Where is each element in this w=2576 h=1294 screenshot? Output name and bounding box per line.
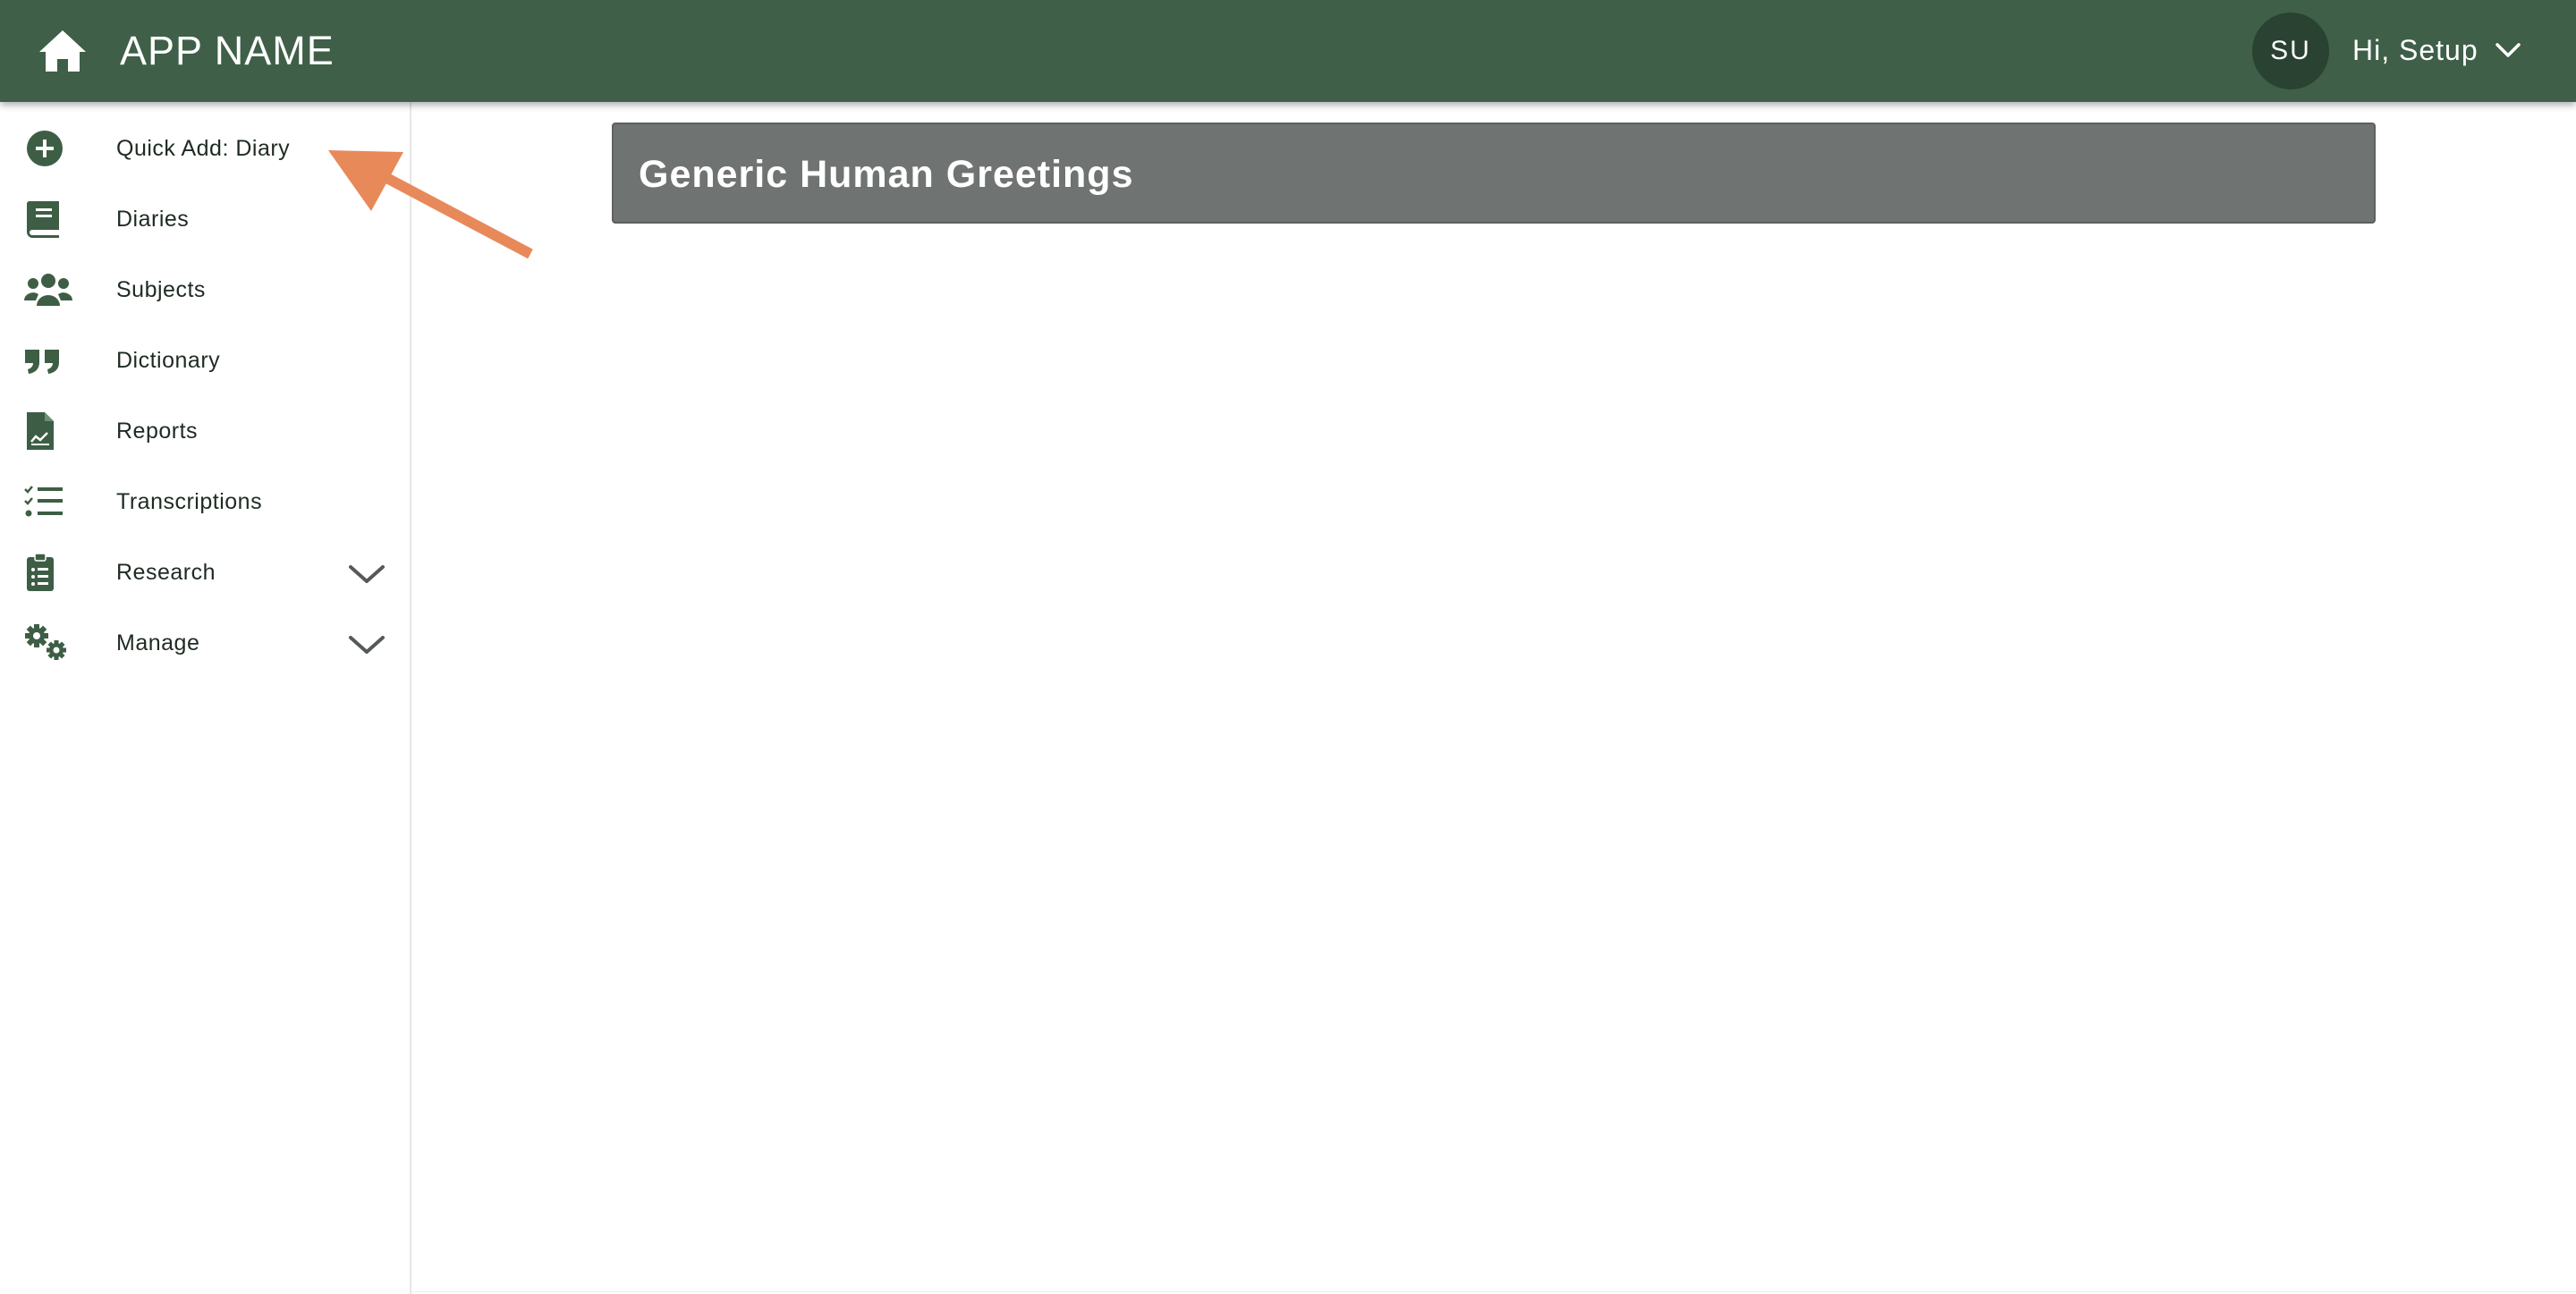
chevron-down-icon[interactable] [347,560,386,587]
chevron-down-icon [2495,43,2521,57]
sidebar-item-label: Subjects [116,277,206,302]
sidebar-item-label: Transcriptions [116,489,263,514]
plus-circle-icon [23,129,73,168]
app-title[interactable]: APP NAME [120,21,335,80]
sidebar-item-label: Quick Add: Diary [116,136,291,161]
home-icon[interactable] [38,29,88,73]
user-menu-button[interactable]: Hi, Setup [2352,25,2521,75]
sidebar-item-manage[interactable]: Manage [0,611,410,675]
sidebar-item-reports[interactable]: Reports [0,399,410,463]
sidebar-item-label: Research [116,560,216,585]
user-greeting: Hi, Setup [2352,33,2479,66]
sidebar: Quick Add: Diary Diaries Subjects Dictio… [0,102,411,1294]
clipboard-list-icon [23,553,73,592]
sidebar-item-label: Diaries [116,207,190,232]
sidebar-item-research[interactable]: Research [0,540,410,605]
page-title: Generic Human Greetings [639,153,1134,196]
tasks-list-icon [23,482,73,521]
annotation-arrow-icon [328,150,533,259]
sidebar-item-label: Reports [116,419,199,444]
divider [411,1291,2576,1292]
avatar[interactable]: SU [2252,13,2329,89]
book-icon [23,199,73,239]
cogs-icon [23,623,73,663]
top-bar: APP NAME SU Hi, Setup [0,0,2576,102]
sidebar-item-label: Manage [116,630,200,655]
file-chart-icon [23,411,73,451]
quote-icon [23,341,73,380]
sidebar-item-dictionary[interactable]: Dictionary [0,328,410,393]
chevron-down-icon[interactable] [347,630,386,657]
page-header-card: Generic Human Greetings [612,123,2376,224]
sidebar-item-transcriptions[interactable]: Transcriptions [0,469,410,534]
sidebar-item-label: Dictionary [116,348,221,373]
users-icon [23,270,73,309]
